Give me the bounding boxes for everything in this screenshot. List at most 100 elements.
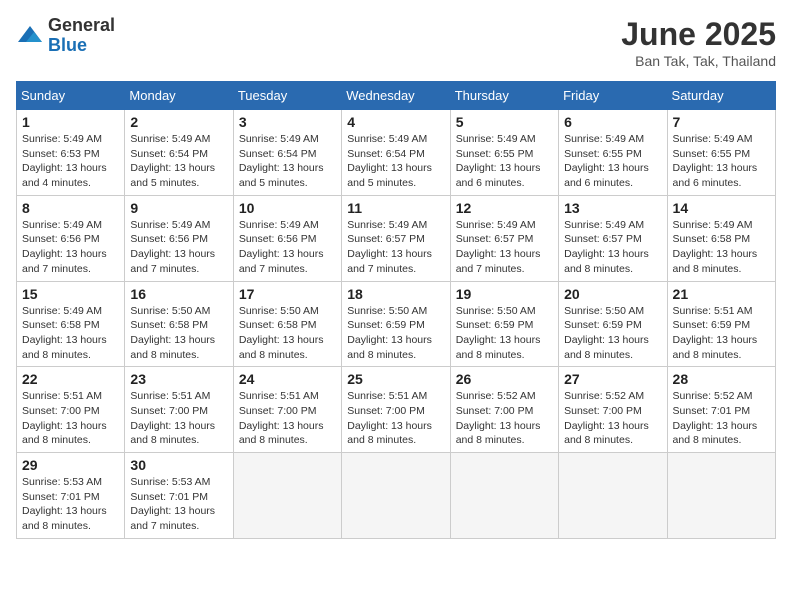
day-number: 30 xyxy=(130,457,227,473)
day-info: Sunrise: 5:51 AMSunset: 7:00 PMDaylight:… xyxy=(22,389,119,448)
table-row: 4 Sunrise: 5:49 AMSunset: 6:54 PMDayligh… xyxy=(342,110,450,196)
col-wednesday: Wednesday xyxy=(342,82,450,110)
table-row: 16 Sunrise: 5:50 AMSunset: 6:58 PMDaylig… xyxy=(125,281,233,367)
col-saturday: Saturday xyxy=(667,82,775,110)
day-number: 17 xyxy=(239,286,336,302)
day-number: 29 xyxy=(22,457,119,473)
table-row: 17 Sunrise: 5:50 AMSunset: 6:58 PMDaylig… xyxy=(233,281,341,367)
day-number: 27 xyxy=(564,371,661,387)
day-number: 8 xyxy=(22,200,119,216)
table-row: 14 Sunrise: 5:49 AMSunset: 6:58 PMDaylig… xyxy=(667,195,775,281)
day-info: Sunrise: 5:49 AMSunset: 6:54 PMDaylight:… xyxy=(130,132,227,191)
day-number: 12 xyxy=(456,200,553,216)
day-number: 18 xyxy=(347,286,444,302)
page-header: General Blue June 2025 Ban Tak, Tak, Tha… xyxy=(16,16,776,69)
day-number: 25 xyxy=(347,371,444,387)
table-row: 5 Sunrise: 5:49 AMSunset: 6:55 PMDayligh… xyxy=(450,110,558,196)
day-info: Sunrise: 5:51 AMSunset: 6:59 PMDaylight:… xyxy=(673,304,770,363)
day-info: Sunrise: 5:49 AMSunset: 6:56 PMDaylight:… xyxy=(239,218,336,277)
day-info: Sunrise: 5:49 AMSunset: 6:58 PMDaylight:… xyxy=(22,304,119,363)
table-row: 13 Sunrise: 5:49 AMSunset: 6:57 PMDaylig… xyxy=(559,195,667,281)
table-row: 19 Sunrise: 5:50 AMSunset: 6:59 PMDaylig… xyxy=(450,281,558,367)
day-info: Sunrise: 5:49 AMSunset: 6:57 PMDaylight:… xyxy=(456,218,553,277)
table-row: 9 Sunrise: 5:49 AMSunset: 6:56 PMDayligh… xyxy=(125,195,233,281)
day-number: 9 xyxy=(130,200,227,216)
day-number: 11 xyxy=(347,200,444,216)
day-number: 23 xyxy=(130,371,227,387)
day-number: 7 xyxy=(673,114,770,130)
table-row: 11 Sunrise: 5:49 AMSunset: 6:57 PMDaylig… xyxy=(342,195,450,281)
table-row: 6 Sunrise: 5:49 AMSunset: 6:55 PMDayligh… xyxy=(559,110,667,196)
table-row: 24 Sunrise: 5:51 AMSunset: 7:00 PMDaylig… xyxy=(233,367,341,453)
day-number: 3 xyxy=(239,114,336,130)
day-number: 19 xyxy=(456,286,553,302)
day-info: Sunrise: 5:51 AMSunset: 7:00 PMDaylight:… xyxy=(239,389,336,448)
table-row: 7 Sunrise: 5:49 AMSunset: 6:55 PMDayligh… xyxy=(667,110,775,196)
day-info: Sunrise: 5:53 AMSunset: 7:01 PMDaylight:… xyxy=(130,475,227,534)
day-info: Sunrise: 5:49 AMSunset: 6:56 PMDaylight:… xyxy=(22,218,119,277)
table-row: 21 Sunrise: 5:51 AMSunset: 6:59 PMDaylig… xyxy=(667,281,775,367)
logo-general: General xyxy=(48,15,115,35)
table-row: 26 Sunrise: 5:52 AMSunset: 7:00 PMDaylig… xyxy=(450,367,558,453)
day-number: 16 xyxy=(130,286,227,302)
logo-icon xyxy=(16,22,44,50)
day-number: 21 xyxy=(673,286,770,302)
day-number: 20 xyxy=(564,286,661,302)
col-sunday: Sunday xyxy=(17,82,125,110)
table-row: 20 Sunrise: 5:50 AMSunset: 6:59 PMDaylig… xyxy=(559,281,667,367)
table-row: 29 Sunrise: 5:53 AMSunset: 7:01 PMDaylig… xyxy=(17,453,125,539)
table-row: 1 Sunrise: 5:49 AMSunset: 6:53 PMDayligh… xyxy=(17,110,125,196)
day-number: 24 xyxy=(239,371,336,387)
day-number: 6 xyxy=(564,114,661,130)
table-row xyxy=(342,453,450,539)
day-info: Sunrise: 5:50 AMSunset: 6:58 PMDaylight:… xyxy=(130,304,227,363)
col-tuesday: Tuesday xyxy=(233,82,341,110)
day-number: 15 xyxy=(22,286,119,302)
day-info: Sunrise: 5:49 AMSunset: 6:55 PMDaylight:… xyxy=(456,132,553,191)
month-title: June 2025 xyxy=(621,16,776,53)
table-row: 23 Sunrise: 5:51 AMSunset: 7:00 PMDaylig… xyxy=(125,367,233,453)
day-info: Sunrise: 5:49 AMSunset: 6:54 PMDaylight:… xyxy=(347,132,444,191)
day-info: Sunrise: 5:50 AMSunset: 6:59 PMDaylight:… xyxy=(456,304,553,363)
day-number: 22 xyxy=(22,371,119,387)
day-info: Sunrise: 5:52 AMSunset: 7:01 PMDaylight:… xyxy=(673,389,770,448)
day-info: Sunrise: 5:49 AMSunset: 6:55 PMDaylight:… xyxy=(673,132,770,191)
table-row: 22 Sunrise: 5:51 AMSunset: 7:00 PMDaylig… xyxy=(17,367,125,453)
day-info: Sunrise: 5:53 AMSunset: 7:01 PMDaylight:… xyxy=(22,475,119,534)
col-friday: Friday xyxy=(559,82,667,110)
day-number: 26 xyxy=(456,371,553,387)
day-info: Sunrise: 5:51 AMSunset: 7:00 PMDaylight:… xyxy=(347,389,444,448)
table-row xyxy=(667,453,775,539)
day-info: Sunrise: 5:52 AMSunset: 7:00 PMDaylight:… xyxy=(456,389,553,448)
day-info: Sunrise: 5:49 AMSunset: 6:56 PMDaylight:… xyxy=(130,218,227,277)
table-row: 12 Sunrise: 5:49 AMSunset: 6:57 PMDaylig… xyxy=(450,195,558,281)
table-row: 25 Sunrise: 5:51 AMSunset: 7:00 PMDaylig… xyxy=(342,367,450,453)
day-number: 2 xyxy=(130,114,227,130)
table-row: 3 Sunrise: 5:49 AMSunset: 6:54 PMDayligh… xyxy=(233,110,341,196)
day-number: 5 xyxy=(456,114,553,130)
day-number: 1 xyxy=(22,114,119,130)
logo-blue: Blue xyxy=(48,35,87,55)
day-info: Sunrise: 5:50 AMSunset: 6:58 PMDaylight:… xyxy=(239,304,336,363)
day-info: Sunrise: 5:49 AMSunset: 6:58 PMDaylight:… xyxy=(673,218,770,277)
day-number: 13 xyxy=(564,200,661,216)
title-block: June 2025 Ban Tak, Tak, Thailand xyxy=(621,16,776,69)
location: Ban Tak, Tak, Thailand xyxy=(621,53,776,69)
day-info: Sunrise: 5:50 AMSunset: 6:59 PMDaylight:… xyxy=(564,304,661,363)
day-info: Sunrise: 5:49 AMSunset: 6:55 PMDaylight:… xyxy=(564,132,661,191)
table-row: 2 Sunrise: 5:49 AMSunset: 6:54 PMDayligh… xyxy=(125,110,233,196)
day-info: Sunrise: 5:50 AMSunset: 6:59 PMDaylight:… xyxy=(347,304,444,363)
day-info: Sunrise: 5:49 AMSunset: 6:53 PMDaylight:… xyxy=(22,132,119,191)
table-row xyxy=(233,453,341,539)
table-row xyxy=(559,453,667,539)
col-thursday: Thursday xyxy=(450,82,558,110)
calendar-table: Sunday Monday Tuesday Wednesday Thursday… xyxy=(16,81,776,539)
col-monday: Monday xyxy=(125,82,233,110)
day-number: 4 xyxy=(347,114,444,130)
table-row: 8 Sunrise: 5:49 AMSunset: 6:56 PMDayligh… xyxy=(17,195,125,281)
logo: General Blue xyxy=(16,16,115,56)
logo-text: General Blue xyxy=(48,16,115,56)
day-info: Sunrise: 5:49 AMSunset: 6:57 PMDaylight:… xyxy=(564,218,661,277)
day-number: 28 xyxy=(673,371,770,387)
table-row: 27 Sunrise: 5:52 AMSunset: 7:00 PMDaylig… xyxy=(559,367,667,453)
